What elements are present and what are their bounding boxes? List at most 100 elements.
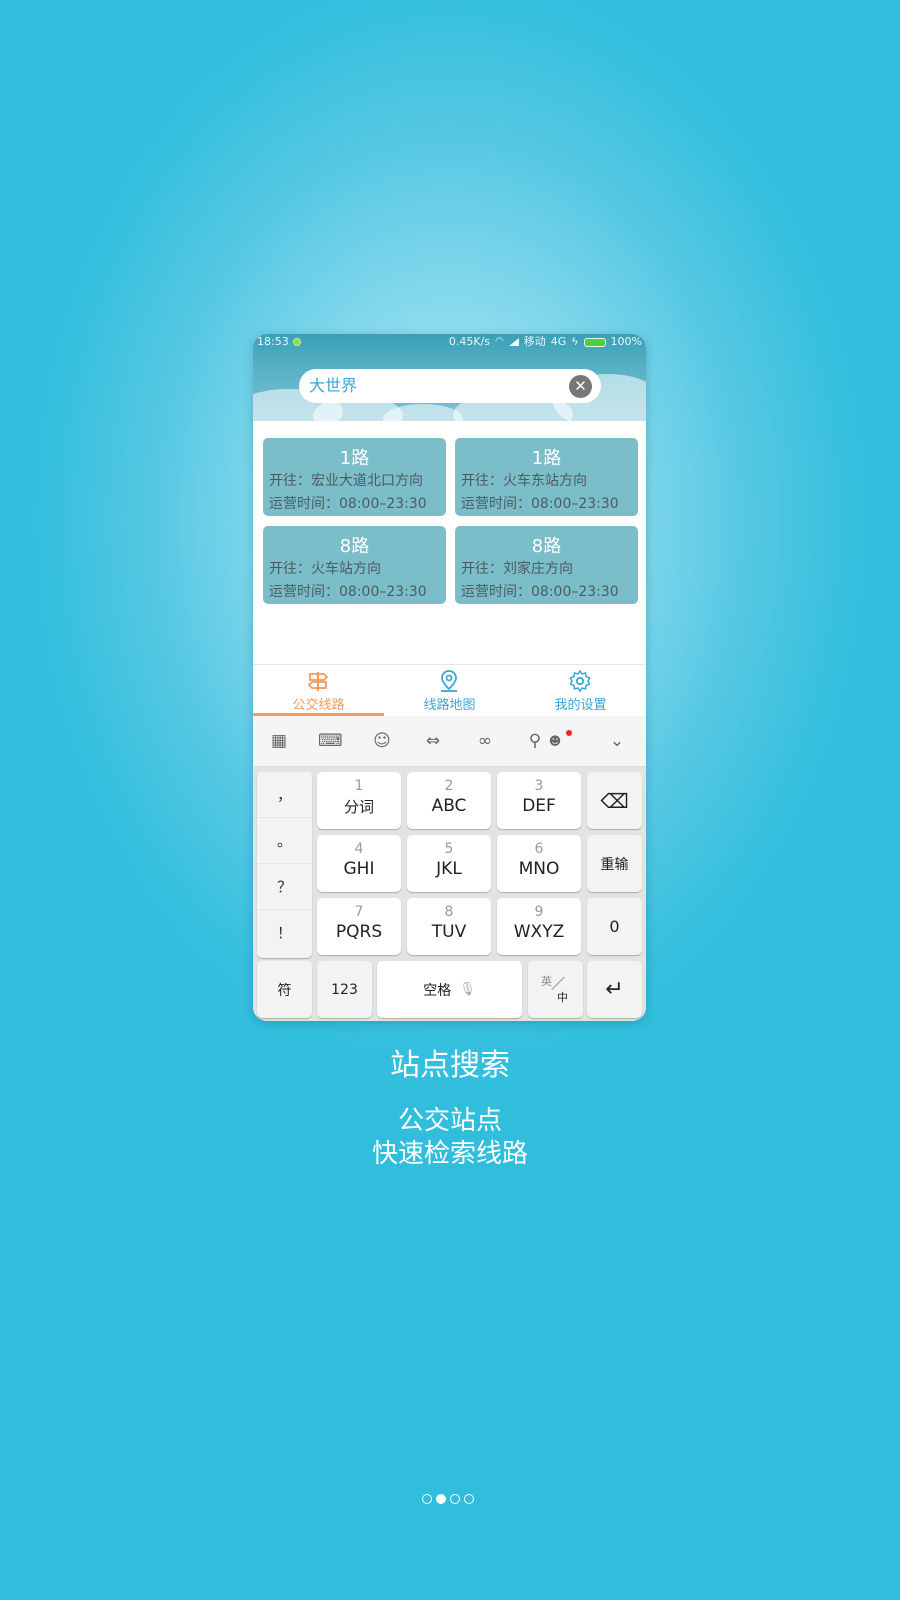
key-letters: ABC <box>431 796 467 816</box>
caption-title: 站点搜索 <box>390 1048 510 1083</box>
key-6[interactable]: 6 MNO <box>497 835 581 892</box>
route-name: 8路 <box>531 536 562 557</box>
route-hours: 运营时间：08:00–23:30 <box>269 496 427 512</box>
route-card[interactable]: 8路 开往：刘家庄方向 运营时间：08:00–23:30 <box>455 526 638 604</box>
symbol-label: 符 <box>277 982 292 999</box>
search-input[interactable]: 大世界 ✕ <box>299 369 601 403</box>
key-letters: GHI <box>343 859 375 879</box>
collapse-keyboard-icon[interactable]: ⌄ <box>605 729 629 753</box>
key-letters: TUV <box>431 922 467 942</box>
lang-zh-label: 中 <box>557 991 568 1004</box>
key-4[interactable]: 4 GHI <box>317 835 401 892</box>
backspace-icon: ⌫ <box>600 788 629 813</box>
ime-keyboard: ， 。 ？ ！ 1 分词 2 ABC 3 DEF ⌫ 4 GHI 5 JKL 6… <box>253 767 646 1021</box>
key-7[interactable]: 7 PQRS <box>317 898 401 955</box>
route-card[interactable]: 1路 开往：宏业大道北口方向 运营时间：08:00–23:30 <box>263 438 446 516</box>
phone-screenshot: 18:53 0.45K/s ◠ 移动 4G ϟ 100% 大世界 ✕ 1路 开往… <box>253 334 646 1021</box>
key-number: 0 <box>609 917 620 936</box>
route-name: 1路 <box>339 448 370 469</box>
key-letters: 分词 <box>343 798 374 816</box>
symbol-key[interactable]: 符 <box>257 961 312 1018</box>
route-hours: 运营时间：08:00–23:30 <box>269 584 427 600</box>
backspace-key[interactable]: ⌫ <box>587 772 642 829</box>
key-letters: DEF <box>522 796 556 816</box>
tab-my-settings[interactable]: 我的设置 <box>515 665 646 716</box>
key-letters: JKL <box>436 859 462 879</box>
page-indicator <box>422 1494 474 1504</box>
punct-key[interactable]: 。 <box>257 818 312 864</box>
key-number: 9 <box>534 904 544 920</box>
tab-route-map[interactable]: 线路地图 <box>384 665 515 716</box>
key-2[interactable]: 2 ABC <box>407 772 491 829</box>
enter-key[interactable]: ↵ <box>587 961 642 1018</box>
key-number: 4 <box>354 841 364 857</box>
keyboard-toolbar: ▦ ⌨ ☺ ⇔ ∞ ⚲ ☻ ⌄ <box>253 716 646 767</box>
network-type: 4G <box>550 335 567 348</box>
route-direction: 开往：刘家庄方向 <box>461 561 573 577</box>
tab-label: 我的设置 <box>554 698 607 713</box>
page-dot[interactable] <box>464 1494 474 1504</box>
mascot-icon[interactable]: ☻ <box>543 729 567 753</box>
key-5[interactable]: 5 JKL <box>407 835 491 892</box>
route-card[interactable]: 1路 开往：火车东站方向 运营时间：08:00–23:30 <box>455 438 638 516</box>
caption-line-1: 公交站点 <box>397 1106 502 1136</box>
space-key[interactable]: 空格 🎙 <box>377 961 522 1018</box>
page-dot-active[interactable] <box>436 1494 446 1504</box>
page-dot[interactable] <box>450 1494 460 1504</box>
key-number: 5 <box>444 841 454 857</box>
network-speed: 0.45K/s <box>448 335 491 348</box>
microphone-icon: 🎙 <box>459 982 476 997</box>
tab-bus-routes[interactable]: 公交线路 <box>253 665 384 716</box>
numeric-label: 123 <box>331 981 358 998</box>
route-hours: 运营时间：08:00–23:30 <box>461 496 619 512</box>
carrier-label: 移动 <box>523 335 546 348</box>
keyboard-switch-icon[interactable]: ⌨ <box>318 729 343 753</box>
notification-icon <box>293 338 301 346</box>
key-1[interactable]: 1 分词 <box>317 772 401 829</box>
grid-menu-icon[interactable]: ▦ <box>267 729 291 753</box>
key-0[interactable]: 0 <box>587 898 642 955</box>
punct-key[interactable]: ！ <box>257 910 312 956</box>
punct-key[interactable]: ？ <box>257 864 312 910</box>
numeric-key[interactable]: 123 <box>317 961 372 1018</box>
language-switch-key[interactable]: 英 中 <box>528 961 583 1018</box>
link-icon[interactable]: ∞ <box>473 729 497 753</box>
map-pin-icon <box>441 670 457 692</box>
key-letters: WXYZ <box>513 922 565 942</box>
punctuation-column: ， 。 ？ ！ <box>257 772 312 958</box>
signpost-icon <box>307 672 329 691</box>
notification-dot <box>566 730 572 736</box>
reinput-label: 重输 <box>600 856 629 873</box>
key-3[interactable]: 3 DEF <box>497 772 581 829</box>
page-dot[interactable] <box>422 1494 432 1504</box>
signal-icon <box>508 338 519 346</box>
route-name: 1路 <box>531 448 562 469</box>
route-hours: 运营时间：08:00–23:30 <box>461 584 619 600</box>
battery-icon <box>583 337 606 347</box>
tab-label: 公交线路 <box>292 698 345 713</box>
key-number: 3 <box>534 778 544 794</box>
battery-percent: 100% <box>610 335 642 348</box>
lang-en-label: 英 <box>541 975 552 988</box>
charging-icon: ϟ <box>571 335 579 348</box>
key-8[interactable]: 8 TUV <box>407 898 491 955</box>
key-letters: MNO <box>518 859 560 879</box>
route-direction: 开往：火车东站方向 <box>461 473 587 489</box>
app-header: 18:53 0.45K/s ◠ 移动 4G ϟ 100% 大世界 ✕ <box>253 334 646 421</box>
key-number: 6 <box>534 841 544 857</box>
key-letters: PQRS <box>335 922 383 942</box>
cursor-move-icon[interactable]: ⇔ <box>421 729 445 753</box>
emoji-icon[interactable]: ☺ <box>370 729 394 753</box>
enter-icon: ↵ <box>605 977 624 1002</box>
clear-search-button[interactable]: ✕ <box>569 375 592 398</box>
reinput-key[interactable]: 重输 <box>587 835 642 892</box>
gear-icon <box>569 669 591 693</box>
status-time: 18:53 <box>257 335 289 348</box>
space-label: 空格 <box>423 982 452 999</box>
key-9[interactable]: 9 WXYZ <box>497 898 581 955</box>
punct-key[interactable]: ， <box>257 772 312 818</box>
bottom-tab-bar: 公交线路 线路地图 我的设置 <box>253 664 646 717</box>
route-direction: 开往：宏业大道北口方向 <box>269 473 423 489</box>
wifi-icon: ◠ <box>495 336 504 347</box>
route-card[interactable]: 8路 开往：火车站方向 运营时间：08:00–23:30 <box>263 526 446 604</box>
